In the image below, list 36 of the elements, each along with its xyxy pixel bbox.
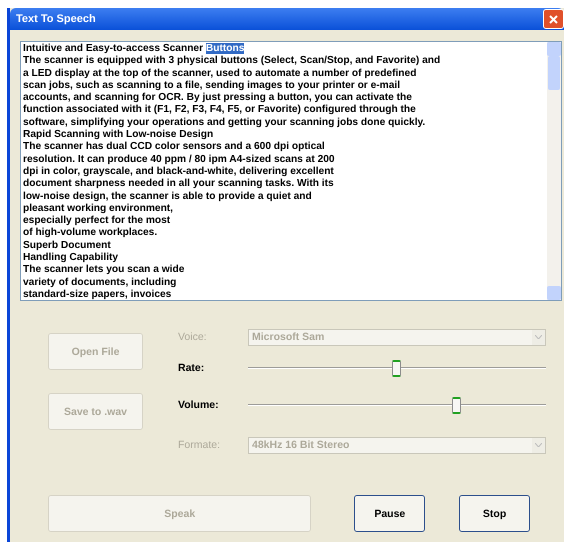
text-line: The scanner is equipped with 3 physical buttons (Select, Scan/Stop, and Favorite) and bbox=[23, 55, 442, 68]
setting-label: Formate: bbox=[178, 439, 222, 451]
scrollbar[interactable] bbox=[547, 42, 561, 300]
text-line: Superb Document bbox=[23, 240, 112, 252]
setting-label: Rate: bbox=[178, 362, 206, 374]
text-line: standard-size papers, invoices bbox=[23, 288, 172, 300]
text-line: dpi in color, grayscale, and black-and-white, delivering excellent bbox=[23, 166, 335, 178]
slider-thumb[interactable] bbox=[452, 396, 461, 414]
text-line: low-noise design, the scanner is able to provide a quiet and bbox=[23, 190, 313, 203]
text-line: software, simplifying your operations and getting your scanning jobs done quickly. bbox=[23, 116, 426, 130]
text-line: Handling Capability bbox=[23, 252, 120, 264]
caret-icon bbox=[535, 335, 542, 339]
close-icon bbox=[549, 14, 558, 24]
slider-thumb[interactable] bbox=[392, 360, 401, 376]
setting-label: Voice: bbox=[178, 331, 208, 343]
action-button[interactable]: Stop bbox=[459, 495, 530, 532]
caret-icon bbox=[535, 443, 542, 447]
text-line: document sharpness needed in all your scanning tasks. With its bbox=[23, 178, 335, 191]
text-line: Rapid Scanning with Low-noise Design bbox=[23, 129, 214, 142]
text-line: scan jobs, such as scanning to a file, sending images to your printer or e-mail bbox=[23, 80, 402, 92]
setting-label: Volume: bbox=[178, 399, 220, 411]
close-button[interactable] bbox=[543, 9, 564, 29]
text-line: resolution. It can produce 40 ppm / 80 ipm A4-sized scans at 200 bbox=[23, 154, 336, 166]
text-line: variety of documents, including bbox=[23, 276, 178, 289]
text-line: function associated with it (F1, F2, F3, F4, F5, or Favorite) configured through the bbox=[23, 104, 417, 117]
text-line: Intuitive and Easy-to-access Scanner Buttons bbox=[23, 43, 246, 56]
text-line: of high-volume workplaces. bbox=[23, 227, 158, 240]
text-line: accounts, and scanning for OCR. By just pressing a button, you can activate the bbox=[23, 92, 413, 104]
text-line: The scanner has dual CCD color sensors and a 600 dpi optical bbox=[23, 141, 326, 154]
text-line: especially perfect for the most bbox=[23, 215, 172, 228]
window-title: Text To Speech bbox=[16, 13, 96, 25]
text-area[interactable] bbox=[20, 41, 562, 301]
text-line: a LED display at the top of the scanner, used to automate a number of predefined bbox=[23, 68, 418, 80]
action-button[interactable]: Pause bbox=[354, 495, 426, 532]
text-line: pleasant working environment, bbox=[23, 202, 174, 216]
text-line: The scanner lets you scan a wide bbox=[23, 264, 186, 277]
